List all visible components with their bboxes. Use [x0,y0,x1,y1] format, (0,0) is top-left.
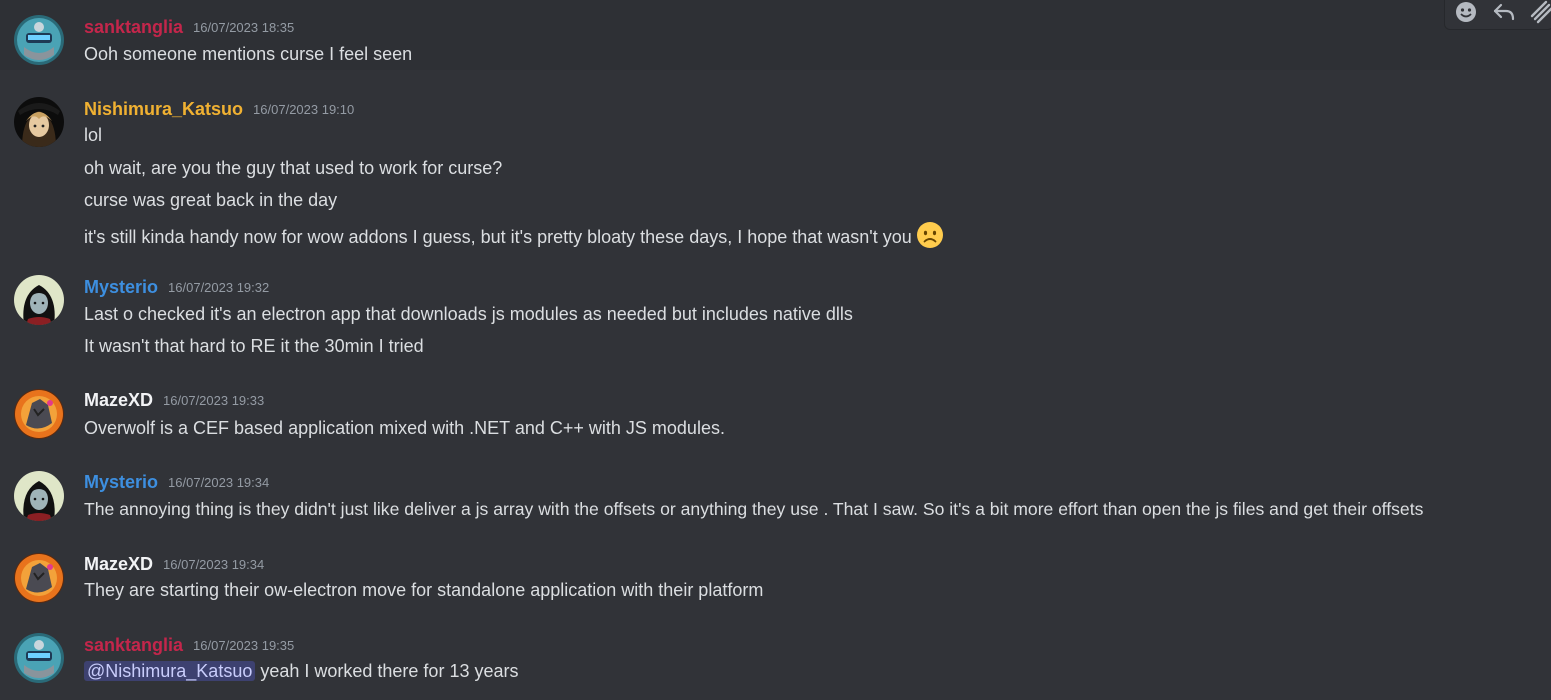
avatar-mysterio[interactable] [14,275,64,325]
message-header: MazeXD 16/07/2023 19:34 [84,553,264,575]
timestamp[interactable]: 16/07/2023 19:34 [168,475,269,490]
avatar-mazexd[interactable] [14,389,64,439]
message-text-with-mention: @Nishimura_Katsuo yeah I worked there fo… [84,659,518,683]
frowning-face-emoji[interactable] [916,221,944,255]
username[interactable]: MazeXD [84,554,153,574]
username[interactable]: Mysterio [84,472,158,492]
message-header: Nishimura_Katsuo 16/07/2023 19:10 [84,98,354,120]
message-text: Overwolf is a CEF based application mixe… [84,418,725,438]
timestamp[interactable]: 16/07/2023 19:33 [163,393,264,408]
username[interactable]: MazeXD [84,390,153,410]
message-group[interactable]: Mysterio 16/07/2023 19:32 Last o checked … [0,260,1551,375]
message-header: MazeXD 16/07/2023 19:33 [84,389,264,411]
message-group[interactable]: MazeXD 16/07/2023 19:33 Overwolf is a CEF… [0,375,1551,455]
timestamp[interactable]: 16/07/2023 19:34 [163,557,264,572]
avatar-mazexd[interactable] [14,553,64,603]
avatar-sanktanglia[interactable] [14,633,64,683]
message-group[interactable]: Nishimura_Katsuo 16/07/2023 19:10 lol oh … [0,70,1551,260]
avatar-sanktanglia[interactable] [14,15,64,65]
avatar-mysterio[interactable] [14,471,64,521]
message-header: Mysterio 16/07/2023 19:34 [84,471,269,493]
message-header: Mysterio 16/07/2023 19:32 [84,276,269,298]
message-text: It wasn't that hard to RE it the 30min I… [84,336,424,356]
message-text: They are starting their ow-electron move… [84,580,764,600]
message-group[interactable]: sanktanglia 16/07/2023 18:35 Ooh someone … [0,0,1551,70]
username[interactable]: sanktanglia [84,635,183,655]
message-text-with-emoji: it's still kinda handy now for wow addon… [84,221,944,255]
username[interactable]: Mysterio [84,277,158,297]
message-group[interactable]: sanktanglia 16/07/2023 19:35 @Nishimura_K… [0,618,1551,700]
message-text: curse was great back in the day [84,190,338,210]
user-mention[interactable]: @Nishimura_Katsuo [84,661,256,681]
username[interactable]: Nishimura_Katsuo [84,99,243,119]
timestamp[interactable]: 16/07/2023 19:35 [193,638,294,653]
message-header: sanktanglia 16/07/2023 18:35 [84,16,294,38]
message-group[interactable]: MazeXD 16/07/2023 19:34 They are starting… [0,538,1551,618]
add-reaction-icon[interactable] [1453,0,1479,25]
message-text: Last o checked it's an electron app that… [84,304,853,324]
timestamp[interactable]: 16/07/2023 19:10 [253,102,354,117]
message-text: Ooh someone mentions curse I feel seen [84,44,413,64]
timestamp[interactable]: 16/07/2023 19:32 [168,280,269,295]
username[interactable]: sanktanglia [84,17,183,37]
avatar-nishimura-katsuo[interactable] [14,97,64,147]
message-text-content: it's still kinda handy now for wow addon… [84,227,912,247]
message-text-content: yeah I worked there for 13 years [255,661,519,681]
message-actions-toolbar [1444,0,1551,30]
reply-icon[interactable] [1491,0,1517,25]
message-text: The annoying thing is they didn't just l… [84,499,1424,519]
message-header: sanktanglia 16/07/2023 19:35 [84,634,294,656]
message-text: lol [84,125,103,145]
chat-messages: sanktanglia 16/07/2023 18:35 Ooh someone … [0,0,1551,700]
message-group[interactable]: Mysterio 16/07/2023 19:34 The annoying th… [0,455,1551,538]
timestamp[interactable]: 16/07/2023 18:35 [193,20,294,35]
message-text: oh wait, are you the guy that used to wo… [84,158,503,178]
more-icon[interactable] [1529,0,1551,25]
